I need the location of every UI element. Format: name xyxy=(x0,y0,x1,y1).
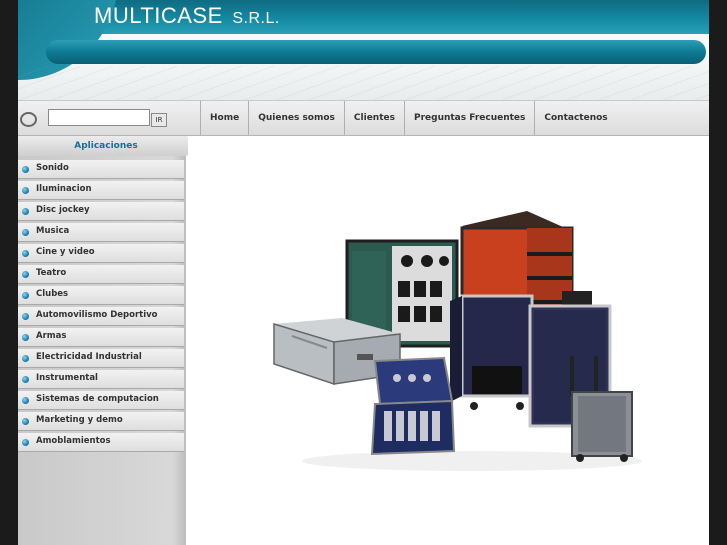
sidebar-item-label: Sistemas de computacion xyxy=(36,394,159,404)
sidebar-item-label: Disc jockey xyxy=(36,205,90,215)
blue-dot-icon xyxy=(22,397,29,404)
logo-main: MULTICASE xyxy=(94,3,223,28)
blue-dot-icon xyxy=(22,439,29,446)
nav-item-clientes[interactable]: Clientes xyxy=(343,101,404,135)
top-menu: Home Quienes somos Clientes Preguntas Frecu… xyxy=(200,101,617,135)
search-input[interactable] xyxy=(48,109,150,126)
sidebar-item-label: Teatro xyxy=(36,268,67,278)
sidebar: Aplicaciones Sonido Iluminacion Disc jocke… xyxy=(18,136,194,545)
sidebar-item-automovilismo-deportivo[interactable]: Automovilismo Deportivo xyxy=(18,307,184,326)
blue-dot-icon xyxy=(22,208,29,215)
blue-dot-icon xyxy=(22,313,29,320)
sidebar-item-label: Iluminacion xyxy=(36,184,92,194)
navigation-bar: IR Home Quienes somos Clientes Preguntas Fr… xyxy=(18,100,709,136)
search-icon xyxy=(20,112,37,127)
header-decoration xyxy=(18,66,709,100)
sidebar-title: Aplicaciones xyxy=(18,136,194,156)
header-bar xyxy=(46,40,706,64)
sidebar-item-iluminacion[interactable]: Iluminacion xyxy=(18,181,184,200)
sidebar-item-disc-jockey[interactable]: Disc jockey xyxy=(18,202,184,221)
tool-case xyxy=(370,356,456,456)
blue-dot-icon xyxy=(22,355,29,362)
sidebar-item-label: Cine y video xyxy=(36,247,95,257)
sidebar-item-label: Electricidad Industrial xyxy=(36,352,142,362)
nav-item-home[interactable]: Home xyxy=(200,101,248,135)
sidebar-item-label: Amoblamientos xyxy=(36,436,111,446)
header-banner: MULTICASE S.R.L. xyxy=(18,0,709,100)
sidebar-item-amoblamientos[interactable]: Amoblamientos xyxy=(18,433,184,452)
sidebar-item-sonido[interactable]: Sonido xyxy=(18,160,184,179)
sidebar-item-armas[interactable]: Armas xyxy=(18,328,184,347)
sidebar-menu: Sonido Iluminacion Disc jockey Musica Cine y… xyxy=(18,160,184,454)
blue-dot-icon xyxy=(22,271,29,278)
blue-dot-icon xyxy=(22,250,29,257)
sidebar-item-label: Musica xyxy=(36,226,70,236)
sidebar-item-electricidad-industrial[interactable]: Electricidad Industrial xyxy=(18,349,184,368)
sidebar-item-label: Sonido xyxy=(36,163,69,173)
nav-item-contactenos[interactable]: Contactenos xyxy=(534,101,616,135)
blue-dot-icon xyxy=(22,166,29,173)
sidebar-item-teatro[interactable]: Teatro xyxy=(18,265,184,284)
sidebar-item-clubes[interactable]: Clubes xyxy=(18,286,184,305)
sidebar-item-label: Automovilismo Deportivo xyxy=(36,310,158,320)
sidebar-item-label: Marketing y demo xyxy=(36,415,123,425)
sidebar-item-instrumental[interactable]: Instrumental xyxy=(18,370,184,389)
sidebar-item-label: Clubes xyxy=(36,289,69,299)
blue-dot-icon xyxy=(22,187,29,194)
sidebar-item-label: Instrumental xyxy=(36,373,98,383)
blue-dot-icon xyxy=(22,418,29,425)
nav-item-quienes-somos[interactable]: Quienes somos xyxy=(248,101,344,135)
sidebar-item-cine-y-video[interactable]: Cine y video xyxy=(18,244,184,263)
main-content xyxy=(188,136,709,545)
blue-dot-icon xyxy=(22,376,29,383)
blue-dot-icon xyxy=(22,229,29,236)
sidebar-item-marketing-y-demo[interactable]: Marketing y demo xyxy=(18,412,184,431)
flight-cases-image xyxy=(273,211,642,471)
logo-sub: S.R.L. xyxy=(232,10,280,27)
sidebar-item-sistemas-de-computacion[interactable]: Sistemas de computacion xyxy=(18,391,184,410)
sidebar-item-label: Armas xyxy=(36,331,67,341)
blue-dot-icon xyxy=(22,292,29,299)
search-go-button[interactable]: IR xyxy=(151,113,167,127)
site-logo[interactable]: MULTICASE S.R.L. xyxy=(94,3,280,29)
sidebar-item-musica[interactable]: Musica xyxy=(18,223,184,242)
page: MULTICASE S.R.L. IR Home Quienes somos Cli… xyxy=(18,0,709,545)
blue-dot-icon xyxy=(22,334,29,341)
nav-item-preguntas-frecuentes[interactable]: Preguntas Frecuentes xyxy=(403,101,534,135)
